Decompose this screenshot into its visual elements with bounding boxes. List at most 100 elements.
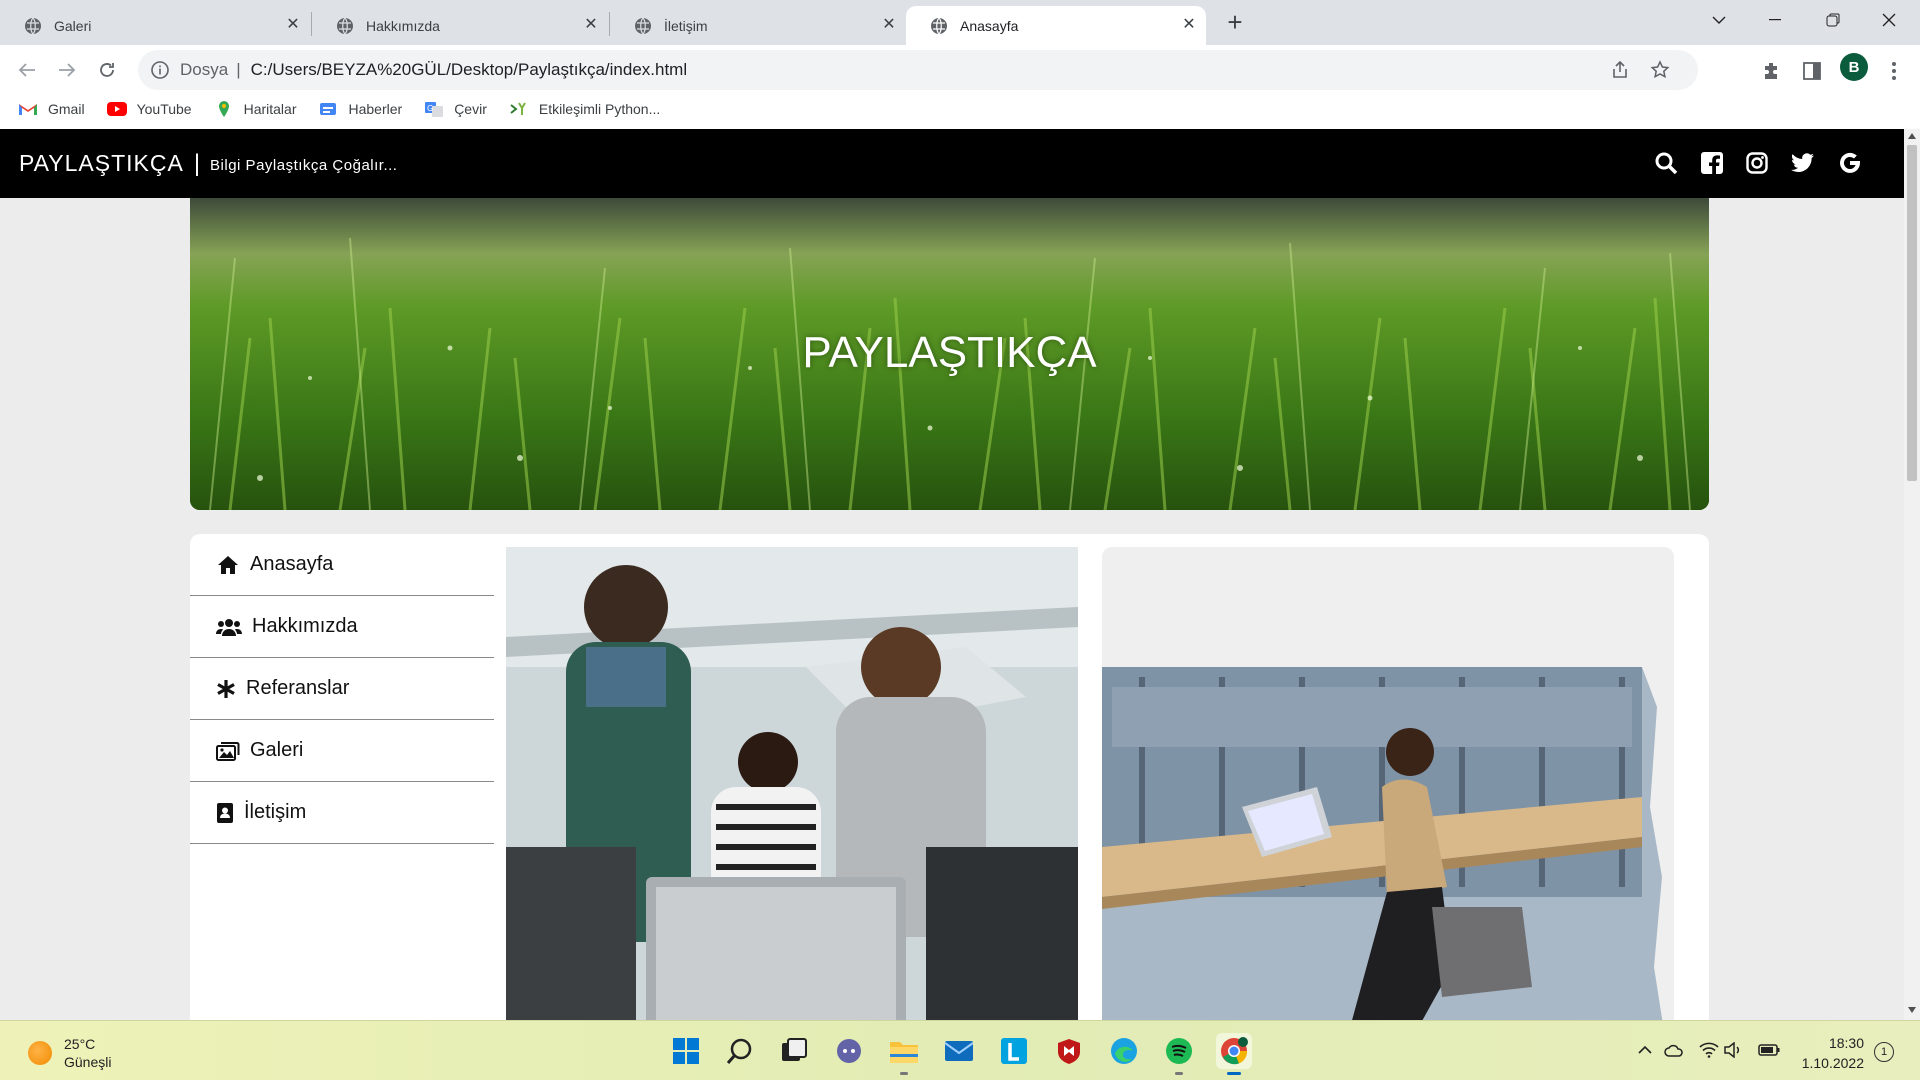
google-icon[interactable] <box>1836 149 1864 177</box>
close-tab-icon[interactable]: ✕ <box>880 16 898 34</box>
facebook-icon[interactable] <box>1698 149 1726 177</box>
woman-laptop-photo <box>1102 547 1674 1020</box>
start-button[interactable] <box>668 1033 704 1069</box>
bookmark-star-icon[interactable] <box>1650 60 1670 80</box>
news-icon <box>320 103 337 115</box>
tab-title: İletişim <box>664 17 708 34</box>
menu-item-iletisim[interactable]: İletişim <box>190 782 494 844</box>
running-indicator <box>900 1072 908 1075</box>
menu-item-referanslar[interactable]: Referanslar <box>190 658 494 720</box>
menu-item-label: İletişim <box>244 801 307 823</box>
profile-avatar[interactable]: B <box>1840 53 1868 81</box>
bookmark-gmail[interactable]: Gmail <box>18 101 85 117</box>
side-panel-icon[interactable] <box>1798 57 1826 85</box>
l-app-icon[interactable] <box>996 1033 1032 1069</box>
scroll-up-arrow-icon[interactable] <box>1908 133 1916 139</box>
close-tab-icon[interactable]: ✕ <box>582 16 600 34</box>
search-icon[interactable] <box>1652 149 1680 177</box>
bookmark-haberler[interactable]: Haberler <box>318 101 402 117</box>
office-team-photo <box>506 547 1078 1020</box>
browser-toolbar: Dosya | C:/Users/BEYZA%20GÜL/Desktop/Pay… <box>0 45 1920 129</box>
bookmark-cevir[interactable]: G Çevir <box>424 101 487 117</box>
file-explorer-icon[interactable] <box>886 1033 922 1075</box>
tab-title: Galeri <box>54 17 92 34</box>
share-icon[interactable] <box>1610 60 1630 80</box>
forward-button[interactable] <box>50 53 84 87</box>
twitter-icon[interactable] <box>1789 149 1817 177</box>
wifi-icon[interactable] <box>1698 1039 1720 1061</box>
scrollbar-thumb[interactable] <box>1907 145 1917 481</box>
teams-chat-icon[interactable] <box>831 1033 867 1069</box>
task-view-icon[interactable] <box>776 1033 812 1069</box>
bookmark-python[interactable]: Etkileşimli Python... <box>509 101 660 117</box>
notification-badge[interactable]: 1 <box>1874 1042 1894 1062</box>
reload-button[interactable] <box>90 53 124 87</box>
volume-icon[interactable] <box>1722 1039 1744 1061</box>
woman-working-at-desk-image <box>1102 547 1674 1020</box>
tab-iletisim[interactable]: İletişim ✕ <box>610 6 906 45</box>
site-brand[interactable]: PAYLAŞTIKÇA <box>19 150 184 177</box>
new-tab-button[interactable]: + <box>1220 8 1250 38</box>
extensions-icon[interactable] <box>1758 57 1786 85</box>
restore-button[interactable] <box>1810 0 1856 40</box>
mcafee-icon[interactable] <box>1051 1033 1087 1069</box>
menu-item-label: Hakkımızda <box>252 615 358 637</box>
sun-icon <box>28 1041 52 1065</box>
browser-menu-icon[interactable] <box>1880 57 1908 85</box>
page-viewport: PAYLAŞTIKÇA | Bilgi Paylaştıkça Çoğalır.… <box>0 129 1920 1020</box>
battery-icon[interactable] <box>1758 1039 1780 1061</box>
tab-hakkimizda[interactable]: Hakkımızda ✕ <box>312 6 608 45</box>
bookmark-youtube[interactable]: YouTube <box>106 101 192 117</box>
tab-search-chevron-icon[interactable] <box>1696 0 1742 40</box>
bookmark-haritalar[interactable]: Haritalar <box>214 101 296 117</box>
mail-icon[interactable] <box>941 1033 977 1069</box>
close-tab-icon[interactable]: ✕ <box>1180 16 1198 34</box>
close-window-button[interactable] <box>1866 0 1912 40</box>
bookmark-label: Çevir <box>454 101 487 117</box>
tab-anasayfa[interactable]: Anasayfa ✕ <box>906 6 1206 45</box>
info-icon[interactable] <box>150 60 170 80</box>
windows-taskbar: 25°C Güneşli 18:30 1.10.2022 1 <box>0 1020 1920 1080</box>
menu-item-label: Referanslar <box>246 677 350 699</box>
home-icon <box>215 554 241 576</box>
menu-item-galeri[interactable]: Galeri <box>190 720 494 782</box>
spotify-icon[interactable] <box>1161 1033 1197 1075</box>
instagram-icon[interactable] <box>1743 149 1771 177</box>
page-scrollbar[interactable] <box>1904 129 1920 1020</box>
globe-icon <box>337 17 353 34</box>
images-icon <box>215 740 241 762</box>
menu-item-anasayfa[interactable]: Anasayfa <box>190 534 494 596</box>
hero-title: PAYLAŞTIKÇA <box>802 328 1097 377</box>
python-shell-icon <box>510 102 526 115</box>
edge-icon[interactable] <box>1106 1033 1142 1069</box>
back-button[interactable] <box>10 53 44 87</box>
hero-banner: PAYLAŞTIKÇA <box>190 198 1709 510</box>
globe-icon <box>25 17 41 34</box>
scroll-down-arrow-icon[interactable] <box>1908 1007 1916 1013</box>
tray-chevron-icon[interactable] <box>1634 1039 1656 1061</box>
site-header: PAYLAŞTIKÇA | Bilgi Paylaştıkça Çoğalır.… <box>0 129 1904 198</box>
bookmark-label: Gmail <box>48 101 85 117</box>
minimize-button[interactable] <box>1752 0 1798 40</box>
scheme-label: Dosya <box>180 60 229 79</box>
bookmarks-bar: Gmail YouTube Haritalar Haberler G Çevir… <box>0 93 1920 125</box>
close-tab-icon[interactable]: ✕ <box>284 16 302 34</box>
asterisk-icon <box>215 678 237 700</box>
tab-strip: Galeri ✕ Hakkımızda ✕ İletişim ✕ Anasayf… <box>0 0 1920 45</box>
users-icon <box>215 616 243 638</box>
weather-widget[interactable]: 25°C Güneşli <box>28 1035 111 1071</box>
onedrive-cloud-icon[interactable] <box>1663 1039 1685 1061</box>
url-text[interactable]: C:/Users/BEYZA%20GÜL/Desktop/Paylaştıkça… <box>251 60 688 80</box>
tab-galeri[interactable]: Galeri ✕ <box>0 6 310 45</box>
bookmark-label: Haberler <box>348 101 403 117</box>
chrome-icon[interactable] <box>1216 1033 1252 1075</box>
menu-item-hakkimizda[interactable]: Hakkımızda <box>190 596 494 658</box>
team-at-computer-image <box>506 547 1078 1020</box>
weather-condition: Güneşli <box>64 1054 112 1070</box>
address-bar[interactable]: Dosya | C:/Users/BEYZA%20GÜL/Desktop/Pay… <box>138 50 1698 90</box>
svg-text:G: G <box>427 104 433 113</box>
system-clock[interactable]: 18:30 1.10.2022 <box>1794 1033 1864 1073</box>
menu-item-label: Anasayfa <box>250 553 334 575</box>
search-icon[interactable] <box>722 1033 758 1069</box>
active-app-indicator <box>1227 1072 1241 1075</box>
